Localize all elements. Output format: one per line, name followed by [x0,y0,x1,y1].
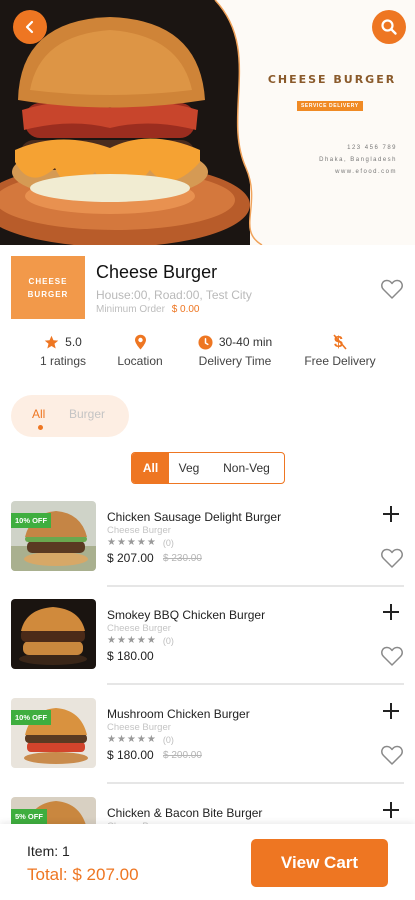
row-divider [107,683,404,685]
rating-count: (0) [162,734,174,745]
category-tab-all[interactable]: All [32,407,45,421]
food-image: 10% OFF [11,501,96,571]
logo-text-line1: CHEESE [28,276,68,286]
promo-phone: 123 456 789 [347,145,397,151]
restaurant-logo: CHEESE BURGER [11,256,85,319]
food-rating: ★★★★★ (0) [107,635,174,646]
minimum-order-value: $ 0.00 [171,304,200,315]
food-name: Smokey BBQ Chicken Burger [107,608,266,622]
add-to-cart-plus-icon[interactable] [381,800,401,820]
add-to-cart-plus-icon[interactable] [381,602,401,622]
favorite-heart-icon[interactable] [380,645,404,667]
location-stat[interactable]: Location [110,333,170,368]
view-cart-button[interactable]: View Cart [251,839,388,887]
promo-badge: SERVICE DELIVERY [297,101,363,111]
food-name: Chicken Sausage Delight Burger [107,510,282,524]
rating-stars-icon: ★★★★★ [107,635,157,646]
food-image [11,599,96,669]
back-button[interactable] [13,10,47,44]
food-item[interactable]: Smokey BBQ Chicken Burger Cheese Burger … [0,599,415,698]
dollar-delivery-icon: $ [333,334,347,351]
rating-stars-icon: ★★★★★ [107,537,157,548]
restaurant-address: House:00, Road:00, Test City [96,288,252,302]
food-category: Cheese Burger [107,525,171,536]
restaurant-stats: 5.0 1 ratings Location 30-40 min Deliver… [0,333,415,373]
cart-total: Total: $ 207.00 [27,865,139,884]
row-divider [107,782,404,784]
free-delivery-label: Free Delivery [304,354,376,368]
food-old-price: $ 230.00 [163,553,202,564]
location-pin-icon [134,334,146,350]
clock-icon [198,334,213,350]
favorite-heart-icon[interactable] [380,744,404,766]
rating-stars-icon: ★★★★★ [107,734,157,745]
chicken-sausage-burger-photo [11,501,96,571]
star-icon [44,335,59,348]
rating-label: 1 ratings [39,354,87,368]
rating-stat: 5.0 1 ratings [35,333,91,368]
promo-web: www.efood.com [335,169,397,175]
restaurant-name: Cheese Burger [96,262,218,282]
food-name: Chicken & Bacon Bite Burger [107,806,263,820]
logo-text-line2: BURGER [27,289,69,299]
promo-location: Dhaka, Bangladesh [319,157,397,163]
mushroom-chicken-burger-photo [11,698,96,768]
active-tab-indicator [38,425,43,430]
food-item[interactable]: 10% OFF Mushroom Chicken Burger Cheese B… [0,698,415,797]
filter-veg-button[interactable]: Veg [169,453,209,483]
food-image: 10% OFF [11,698,96,768]
food-category: Cheese Burger [107,623,171,634]
promo-title: CHEESE BURGER [267,73,397,86]
delivery-time-label: Delivery Time [198,354,272,368]
minimum-order-label: Minimum Order [96,304,165,315]
food-price: $ 180.00 [107,649,154,663]
rating-count: (0) [162,537,174,548]
food-rating: ★★★★★ (0) [107,734,174,745]
filter-all-button[interactable]: All [132,453,169,483]
category-tab-burger[interactable]: Burger [69,407,105,421]
add-to-cart-plus-icon[interactable] [381,504,401,524]
cart-item-count: Item: 1 [27,843,70,859]
add-to-cart-plus-icon[interactable] [381,701,401,721]
search-icon [381,19,397,35]
rating-count: (0) [162,635,174,646]
delivery-time-stat: 30-40 min Delivery Time [190,333,280,368]
row-divider [107,585,404,587]
restaurant-cover-banner: CHEESE BURGER SERVICE DELIVERY 123 456 7… [0,0,415,245]
category-tabs: All Burger [11,395,129,437]
food-price: $ 180.00 [107,748,154,762]
burger-photo [0,0,415,245]
favorite-restaurant-heart-icon[interactable] [380,278,404,300]
free-delivery-stat: $ Free Delivery [300,333,380,368]
discount-badge: 10% OFF [11,710,52,725]
food-item[interactable]: 10% OFF Chicken Sausage Delight Burger C… [0,501,415,600]
minimum-order: Minimum Order $ 0.00 [96,304,200,315]
delivery-time-value: 30-40 min [218,335,273,349]
favorite-heart-icon[interactable] [380,547,404,569]
food-category: Cheese Burger [107,722,171,733]
food-name: Mushroom Chicken Burger [107,707,250,721]
discount-badge: 5% OFF [11,809,47,824]
smokey-bbq-burger-photo [11,599,96,669]
filter-non-veg-button[interactable]: Non-Veg [209,453,284,483]
food-price: $ 207.00 [107,551,154,565]
back-arrow-icon [25,20,34,34]
location-label: Location [117,354,163,368]
rating-value: 5.0 [65,335,82,349]
food-old-price: $ 200.00 [163,750,202,761]
food-rating: ★★★★★ (0) [107,537,174,548]
search-button[interactable] [372,10,406,44]
food-type-filter: All Veg Non-Veg [131,452,285,484]
discount-badge: 10% OFF [11,513,52,528]
cart-summary-bar: Item: 1 Total: $ 207.00 View Cart [0,824,415,900]
